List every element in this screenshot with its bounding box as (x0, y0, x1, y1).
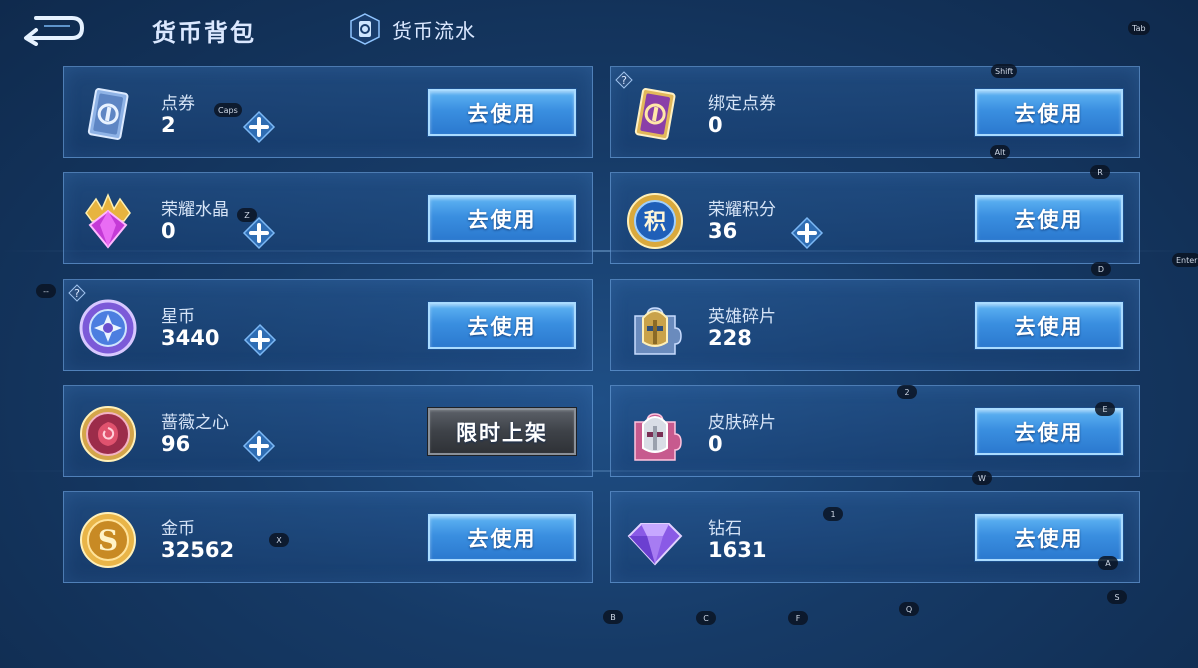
currency-amount: 96 (161, 432, 191, 456)
skin-fragment-icon (634, 413, 682, 461)
use-diamond-button[interactable]: 去使用 (975, 514, 1123, 561)
currency-amount: 0 (708, 113, 723, 137)
page-title: 货币背包 (152, 19, 256, 47)
currency-flow-icon (350, 13, 380, 45)
plus-icon (242, 110, 276, 144)
key-hint: Alt (990, 145, 1010, 159)
diamond-icon (627, 523, 683, 566)
hero-fragment-icon (634, 307, 682, 355)
glory-crystal-icon (85, 193, 131, 249)
key-hint: X (269, 533, 289, 547)
star-coin-icon (79, 299, 137, 357)
currency-card-rose-heart: 蔷薇之心 96 限时上架 (63, 385, 593, 477)
key-hint: F (788, 611, 808, 625)
currency-amount: 36 (708, 219, 738, 243)
currency-card-skin-fragment: 皮肤碎片 0 去使用 (610, 385, 1140, 477)
add-glory-points-button[interactable] (790, 216, 824, 250)
plus-icon (243, 323, 277, 357)
key-hint: C (696, 611, 716, 625)
currency-card-hero-fragment: 英雄碎片 228 去使用 (610, 279, 1140, 371)
key-hint: Z (237, 208, 257, 222)
use-ticket-button[interactable]: 去使用 (428, 89, 576, 136)
currency-name: 荣耀水晶 (161, 200, 229, 220)
currency-amount: 32562 (161, 538, 235, 562)
currency-name: 荣耀积分 (708, 200, 776, 220)
currency-name: 钻石 (708, 519, 742, 539)
use-hero-fragment-button[interactable]: 去使用 (975, 302, 1123, 349)
currency-name: 绑定点券 (708, 94, 776, 114)
currency-amount: 2 (161, 113, 176, 137)
bound-ticket-icon (634, 88, 676, 140)
currency-card-bound-ticket: ? 绑定点券 0 去使用 (610, 66, 1140, 158)
currency-amount: 228 (708, 326, 752, 350)
ticket-icon (87, 88, 129, 140)
gold-coin-icon: S (80, 512, 136, 568)
key-hint: A (1098, 556, 1118, 570)
key-hint: D (1091, 262, 1111, 276)
key-hint: B (603, 610, 623, 624)
rose-heart-icon (80, 406, 136, 462)
add-star-coin-button[interactable] (243, 323, 277, 357)
currency-card-diamond: 钻石 1631 去使用 (610, 491, 1140, 583)
key-hint: Shift (991, 64, 1018, 78)
key-hint: Q (899, 602, 919, 616)
key-hint: R (1090, 165, 1110, 179)
plus-icon (242, 429, 276, 463)
currency-name: 金币 (161, 519, 195, 539)
use-bound-ticket-button[interactable]: 去使用 (975, 89, 1123, 136)
currency-name: 星币 (161, 307, 195, 327)
currency-name: 英雄碎片 (708, 307, 776, 327)
use-gold-coin-button[interactable]: 去使用 (428, 514, 576, 561)
key-hint: Caps (214, 103, 242, 117)
currency-card-glory-points: 积 荣耀积分 36 去使用 (610, 172, 1140, 264)
key-hint: Tab (1128, 21, 1150, 35)
back-button[interactable] (22, 12, 86, 46)
currency-name: 皮肤碎片 (708, 413, 776, 433)
currency-amount: 0 (708, 432, 723, 456)
tab-label: 货币流水 (392, 18, 476, 43)
key-hint: S (1107, 590, 1127, 604)
key-hint: 2 (897, 385, 917, 399)
currency-amount: 1631 (708, 538, 767, 562)
currency-card-glory-crystal: 荣耀水晶 0 去使用 (63, 172, 593, 264)
currency-amount: 0 (161, 219, 176, 243)
currency-amount: 3440 (161, 326, 220, 350)
use-star-coin-button[interactable]: 去使用 (428, 302, 576, 349)
key-hint: W (972, 471, 992, 485)
limited-sale-button[interactable]: 限时上架 (428, 408, 576, 455)
key-hint: E (1095, 402, 1115, 416)
plus-icon (790, 216, 824, 250)
key-hint: 1 (823, 507, 843, 521)
svg-text:积: 积 (644, 210, 666, 235)
use-glory-crystal-button[interactable]: 去使用 (428, 195, 576, 242)
currency-name: 点券 (161, 94, 195, 114)
tab-currency-flow[interactable]: 货币流水 (348, 12, 476, 46)
svg-text:S: S (98, 524, 118, 557)
back-arrow-icon (24, 16, 85, 46)
add-ticket-button[interactable] (242, 110, 276, 144)
currency-card-ticket: 点券 2 去使用 (63, 66, 593, 158)
use-glory-points-button[interactable]: 去使用 (975, 195, 1123, 242)
glory-points-icon: 积 (627, 193, 683, 249)
key-hint: Enter (1172, 253, 1198, 267)
key-hint: -- (36, 284, 56, 298)
currency-card-star-coin: ? 星币 3440 去使用 (63, 279, 593, 371)
currency-card-gold-coin: S 金币 32562 去使用 (63, 491, 593, 583)
currency-name: 蔷薇之心 (161, 413, 229, 433)
add-rose-heart-button[interactable] (242, 429, 276, 463)
